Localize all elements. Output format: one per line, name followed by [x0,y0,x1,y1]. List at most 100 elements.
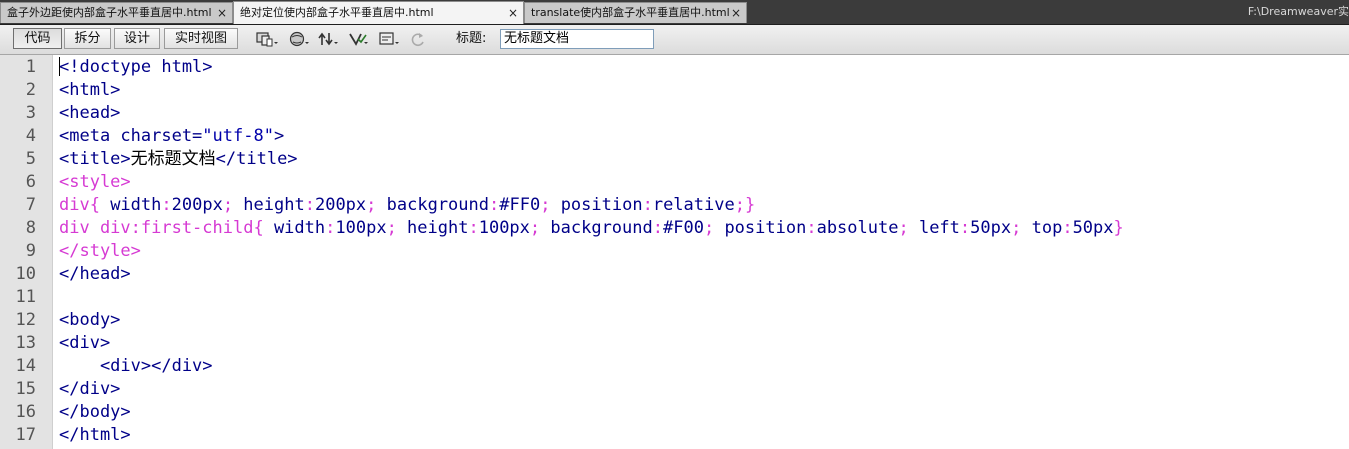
code-token: <!doctype html> [59,57,213,77]
code-token: </head> [59,264,131,284]
line-number: 8 [25,218,36,238]
code-token: : [959,218,971,238]
code-line[interactable]: <div> [59,332,110,355]
text-cursor [59,57,60,76]
code-line[interactable]: <div></div> [59,355,213,378]
code-line[interactable]: <!doctype html> [59,56,213,79]
code-token: : [489,195,500,215]
code-token: </style> [59,241,141,261]
document-tab-3[interactable]: translate使内部盒子水平垂直居中.html × [524,2,747,23]
code-token: ; [529,218,551,238]
code-token: background [386,195,489,215]
code-editor[interactable]: 1 2 3 4 5 6 7 8 9 10 11 12 13 14 15 16 17 <!doctype html… [0,55,1349,449]
code-line[interactable]: </head> [59,263,131,286]
code-token: #F00 [663,218,704,238]
design-view-button[interactable]: 设计 [114,28,160,49]
title-label: 标题: [456,31,487,46]
code-token: : [1062,218,1073,238]
code-token: </title> [215,149,298,169]
multiscreen-icon[interactable] [256,30,278,48]
code-token: background [550,218,653,238]
code-token: ; [386,218,408,238]
close-icon[interactable]: × [217,3,227,23]
code-token: 100px [335,218,387,238]
code-line[interactable]: </style> [59,240,141,263]
code-token: <style> [59,172,131,192]
file-management-icon[interactable] [318,30,340,48]
code-token: ;} [734,195,756,215]
line-number: 11 [15,287,36,307]
live-view-button[interactable]: 实时视图 [164,28,238,49]
code-token: : [642,195,653,215]
code-token: 200px [171,195,223,215]
code-token: : [652,218,663,238]
code-token: ; [222,195,244,215]
line-number: 3 [25,103,36,123]
line-number-gutter: 1 2 3 4 5 6 7 8 9 10 11 12 13 14 15 16 17 [0,55,53,449]
code-token: </html> [59,425,131,445]
code-token: ; [898,218,919,238]
preview-browser-icon[interactable] [289,30,311,48]
code-token: <meta charset= [59,126,203,146]
refresh-icon[interactable] [408,30,430,48]
code-line[interactable]: <head> [59,102,120,125]
code-token: <body> [59,310,121,330]
split-view-button[interactable]: 拆分 [64,28,111,49]
validate-icon[interactable] [348,30,370,48]
code-token: <html> [59,80,121,100]
line-number: 1 [25,57,36,77]
document-tab-1[interactable]: 盒子外边距使内部盒子水平垂直居中.html × [0,2,233,23]
line-number: 10 [15,264,36,284]
line-number: 7 [25,195,36,215]
code-token: 50px [1072,218,1114,238]
code-token: <title> [59,149,131,169]
code-token: 50px [970,218,1012,238]
code-line[interactable]: <style> [59,171,131,194]
code-token: </div> [59,379,121,399]
code-line[interactable]: </div> [59,378,120,401]
tab-label: 盒子外边距使内部盒子水平垂直居中.html [7,6,212,19]
code-token: : [161,195,172,215]
code-line[interactable]: div{ width:200px; height:200px; backgrou… [59,194,755,217]
code-token: div div:first-child{ [59,218,274,238]
code-token: </body> [59,402,131,422]
code-token: } [1113,218,1124,238]
code-line[interactable]: <body> [59,309,120,332]
code-token: ; [1011,218,1032,238]
code-line[interactable]: </html> [59,424,131,447]
code-token: <div> [59,333,111,353]
code-token: : [806,218,817,238]
code-line[interactable]: <html> [59,79,120,102]
code-token: 200px [314,195,367,215]
code-token: ; [703,218,725,238]
document-tab-bar: 盒子外边距使内部盒子水平垂直居中.html × 绝对定位使内部盒子水平垂直居中.… [0,0,1349,25]
code-token: height [243,195,305,215]
site-path-label: F:\Dreamweaver实 [1247,5,1349,18]
code-token: <div></div> [59,356,213,376]
code-token: ; [366,195,387,215]
code-token: width [110,195,162,215]
code-token: : [468,218,479,238]
code-line[interactable]: div div:first-child{ width:100px; height… [59,217,1124,240]
line-number: 9 [25,241,36,261]
document-tab-2[interactable]: 绝对定位使内部盒子水平垂直居中.html × [233,1,524,24]
document-toolbar: 代码 拆分 设计 实时视图 标题: 无标题文档 [0,25,1349,55]
code-line[interactable]: <title>无标题文档</title> [59,148,298,171]
visual-aids-icon[interactable] [378,30,400,48]
code-token: left [918,218,960,238]
code-line[interactable]: </body> [59,401,131,424]
code-token: 无标题文档 [130,149,216,169]
line-number: 17 [15,425,36,445]
close-icon[interactable]: × [508,2,518,24]
line-number: 6 [25,172,36,192]
tab-label: 绝对定位使内部盒子水平垂直居中.html [240,6,434,19]
close-icon[interactable]: × [731,3,741,23]
code-line[interactable]: <meta charset="utf-8"> [59,125,284,148]
code-token: : [325,218,336,238]
code-token: "utf-8" [202,126,274,146]
line-number: 16 [15,402,36,422]
code-token: top [1031,218,1063,238]
code-view-button[interactable]: 代码 [13,28,62,49]
code-token: : [304,195,315,215]
title-input[interactable]: 无标题文档 [500,29,654,49]
